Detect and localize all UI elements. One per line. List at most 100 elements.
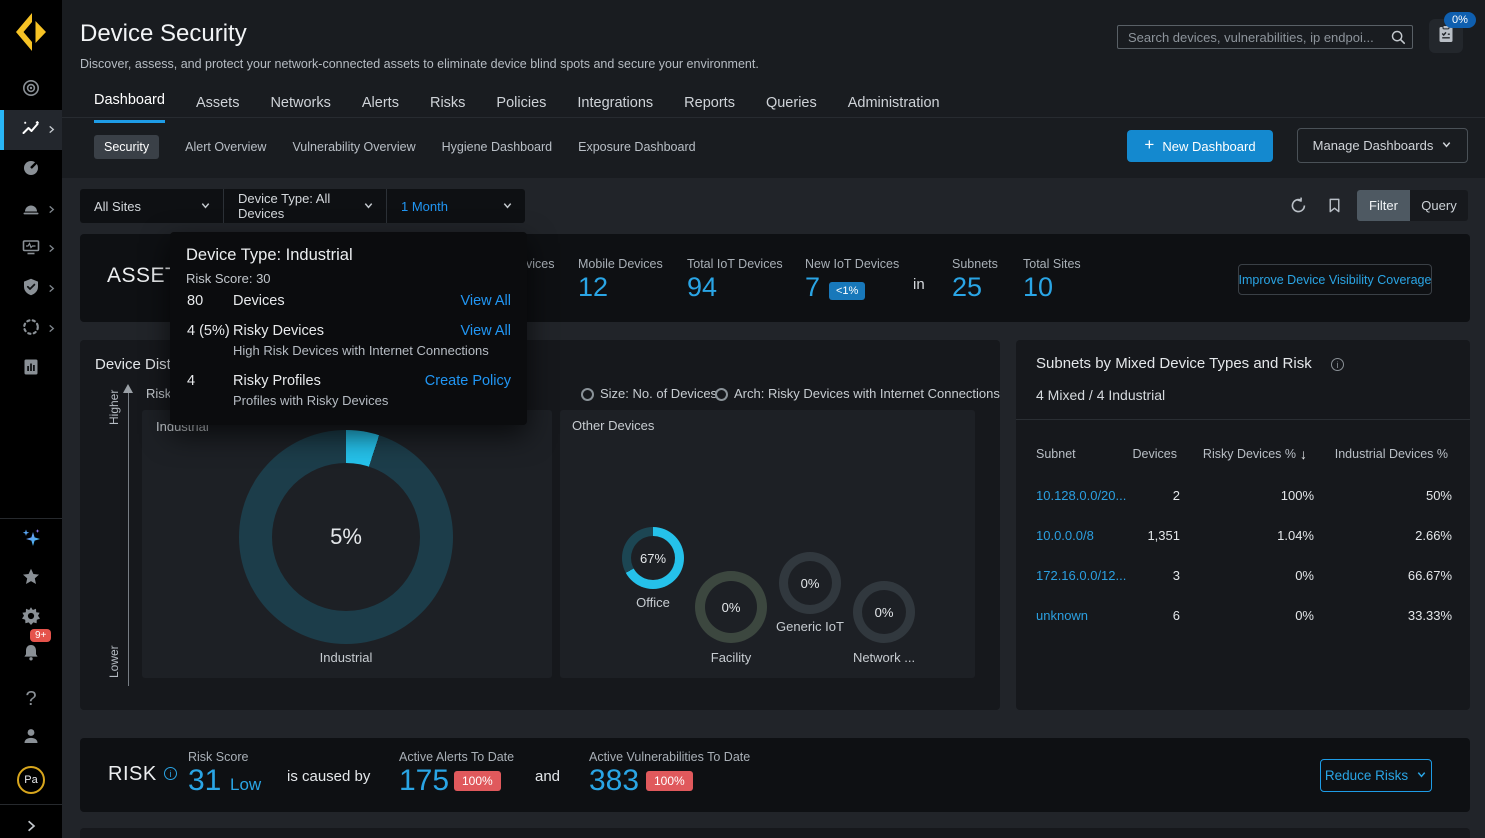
nav-divider [62, 117, 1485, 118]
info-icon[interactable]: i [1331, 358, 1344, 371]
sidebar-item-notifications[interactable]: 9+ [0, 635, 62, 675]
bookmark-icon[interactable] [1326, 196, 1343, 220]
tooltip-risky-note: High Risk Devices with Internet Connecti… [233, 343, 489, 358]
facility-donut-value: 0% [695, 571, 767, 643]
star-icon [21, 567, 41, 592]
manage-dashboards-label: Manage Dashboards [1313, 138, 1434, 153]
sidebar-item-dashboards-active[interactable] [0, 110, 62, 150]
active-vulns-value[interactable]: 383 [589, 764, 639, 798]
tab-policies[interactable]: Policies [496, 95, 546, 123]
subtab-vulnerability-overview[interactable]: Vulnerability Overview [292, 140, 415, 154]
shield-check-icon [21, 277, 41, 302]
create-policy-link[interactable]: Create Policy [425, 373, 511, 389]
view-all-devices-link[interactable]: View All [460, 293, 511, 309]
subnet-link[interactable]: 10.0.0.0/8 [1036, 528, 1094, 543]
industrial-donut-chart[interactable]: 5% [239, 430, 453, 644]
stat-total-sites-value[interactable]: 10 [1023, 272, 1053, 303]
reduce-risks-button[interactable]: Reduce Risks [1320, 759, 1432, 792]
sidebar-item-ai[interactable] [0, 520, 62, 560]
industrial-cell: 50% [1352, 488, 1452, 503]
tooltip-devices-count: 80 [187, 293, 231, 309]
filter-bar: All Sites Device Type: All Devices 1 Mon… [80, 189, 525, 223]
sidebar-item-policies[interactable] [0, 269, 62, 309]
tab-networks[interactable]: Networks [270, 95, 330, 123]
sidebar-item-integrations[interactable] [0, 309, 62, 349]
improve-visibility-button[interactable]: Improve Device Visibility Coverage [1238, 264, 1432, 295]
office-donut-label: Office [613, 595, 693, 610]
sidebar-avatar[interactable]: Pa [0, 760, 62, 800]
subtab-hygiene-dashboard[interactable]: Hygiene Dashboard [442, 140, 553, 154]
view-all-risky-link[interactable]: View All [460, 323, 511, 339]
chevron-right-icon [25, 819, 37, 837]
and-text: and [535, 768, 560, 785]
sidebar-collapse-button[interactable] [0, 808, 62, 838]
subtab-exposure-dashboard[interactable]: Exposure Dashboard [578, 140, 695, 154]
time-range-dropdown[interactable]: 1 Month [386, 189, 525, 223]
sidebar-item-help[interactable]: ? [0, 679, 62, 719]
site-filter-value: All Sites [94, 199, 141, 214]
tab-queries[interactable]: Queries [766, 95, 817, 123]
tab-risks[interactable]: Risks [430, 95, 465, 123]
subtab-security[interactable]: Security [94, 135, 159, 159]
sidebar-item-favorites[interactable] [0, 559, 62, 599]
query-toggle-button[interactable]: Query [1410, 190, 1468, 221]
axis-risk-label: Risk [146, 386, 171, 401]
col-devices[interactable]: Devices [1097, 447, 1177, 461]
tab-dashboard[interactable]: Dashboard [94, 92, 165, 123]
stat-new-iot-label: New IoT Devices [805, 257, 899, 271]
subtab-alert-overview[interactable]: Alert Overview [185, 140, 266, 154]
stat-total-iot-value[interactable]: 94 [687, 272, 717, 303]
dotted-circle-icon [21, 317, 41, 342]
office-donut-chart[interactable]: 67% [622, 527, 684, 589]
subnet-link[interactable]: unknown [1036, 608, 1088, 623]
industrial-donut-value: 5% [239, 430, 453, 644]
search-input[interactable] [1117, 25, 1413, 49]
size-radio[interactable] [581, 386, 594, 404]
col-industrial-devices[interactable]: Industrial Devices % [1308, 447, 1448, 461]
industrial-cell: 33.33% [1352, 608, 1452, 623]
sidebar-item-devices[interactable] [0, 229, 62, 269]
industrial-cell: 66.67% [1352, 568, 1452, 583]
col-subnet[interactable]: Subnet [1036, 447, 1076, 461]
primary-nav: Dashboard Assets Networks Alerts Risks P… [94, 92, 940, 123]
tooltip-risky-label: Risky Devices [233, 323, 324, 339]
sidebar-item-user[interactable] [0, 718, 62, 758]
device-type-filter-dropdown[interactable]: Device Type: All Devices [223, 189, 386, 223]
armis-logo[interactable] [13, 11, 49, 58]
risk-info-icon[interactable]: i [164, 767, 177, 780]
filter-toggle-button[interactable]: Filter [1357, 190, 1410, 221]
risk-score-value[interactable]: 31 [188, 764, 221, 798]
new-dashboard-button[interactable]: + New Dashboard [1127, 130, 1273, 162]
stat-total-sites-label: Total Sites [1023, 257, 1081, 271]
global-search [1117, 25, 1413, 49]
tooltip-profiles-label: Risky Profiles [233, 373, 321, 389]
notifications-count-badge: 9+ [30, 629, 51, 642]
sidebar-item-alerts[interactable] [0, 190, 62, 230]
tab-administration[interactable]: Administration [848, 95, 940, 123]
search-icon [1390, 29, 1406, 50]
tab-integrations[interactable]: Integrations [577, 95, 653, 123]
sidebar-divider [0, 518, 62, 519]
tab-reports[interactable]: Reports [684, 95, 735, 123]
sidebar-item-discover[interactable] [0, 70, 62, 110]
stat-subnets-label: Subnets [952, 257, 998, 271]
stat-subnets-value[interactable]: 25 [952, 272, 982, 303]
sort-arrow-icon[interactable]: ↓ [1300, 446, 1307, 462]
site-filter-dropdown[interactable]: All Sites [80, 189, 223, 223]
refresh-icon[interactable] [1289, 196, 1308, 220]
stat-mobile-devices-value[interactable]: 12 [578, 272, 608, 303]
active-alerts-value[interactable]: 175 [399, 764, 449, 798]
network-donut-value: 0% [853, 581, 915, 643]
generic-iot-donut-chart[interactable]: 0% [779, 552, 841, 614]
facility-donut-chart[interactable]: 0% [695, 571, 767, 643]
col-risky-devices[interactable]: Risky Devices % [1198, 447, 1296, 461]
stat-new-iot-value[interactable]: 7 [805, 272, 820, 303]
sidebar-item-reports[interactable] [0, 349, 62, 389]
manage-dashboards-button[interactable]: Manage Dashboards [1297, 128, 1468, 163]
axis-lower-label: Lower [107, 645, 121, 678]
tab-assets[interactable]: Assets [196, 95, 240, 123]
tab-alerts[interactable]: Alerts [362, 95, 399, 123]
arch-radio[interactable] [715, 386, 728, 404]
sidebar-item-gauge[interactable] [0, 150, 62, 190]
network-donut-chart[interactable]: 0% [853, 581, 915, 643]
